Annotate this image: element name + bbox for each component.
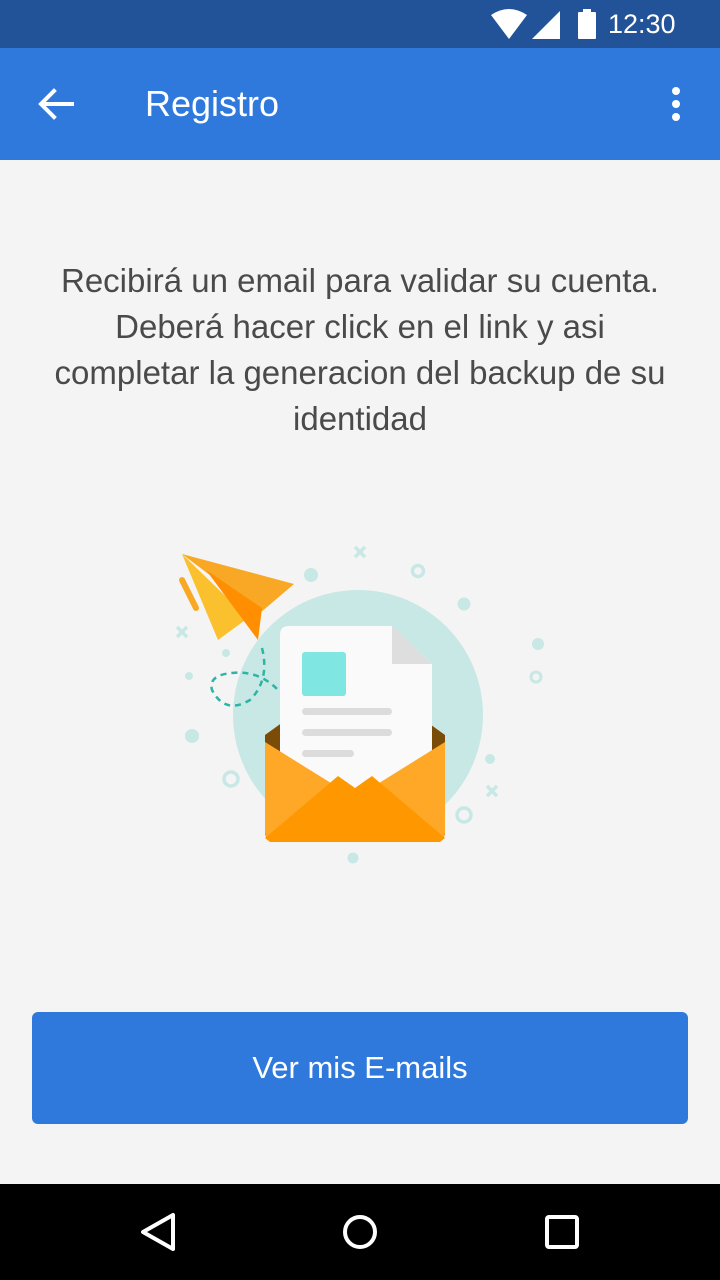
nav-recents-icon[interactable] <box>542 1212 582 1252</box>
page-title: Registro <box>145 83 280 124</box>
info-message: Recibirá un email para validar su cuenta… <box>54 262 666 437</box>
wifi-icon <box>491 9 527 39</box>
status-bar: 12:30 <box>0 0 720 48</box>
cellular-signal-icon <box>532 11 560 39</box>
nav-back-icon[interactable] <box>138 1212 178 1252</box>
more-vert-icon[interactable] <box>656 82 696 126</box>
nav-home-icon[interactable] <box>340 1212 380 1252</box>
battery-icon <box>578 9 596 39</box>
arrow-back-icon[interactable] <box>34 82 78 126</box>
status-time: 12:30 <box>608 9 676 39</box>
email-envelope-illustration <box>175 545 544 864</box>
app-bar: Registro <box>0 48 720 160</box>
navigation-bar <box>0 1184 720 1280</box>
view-emails-button[interactable]: Ver mis E-mails <box>32 1012 688 1124</box>
